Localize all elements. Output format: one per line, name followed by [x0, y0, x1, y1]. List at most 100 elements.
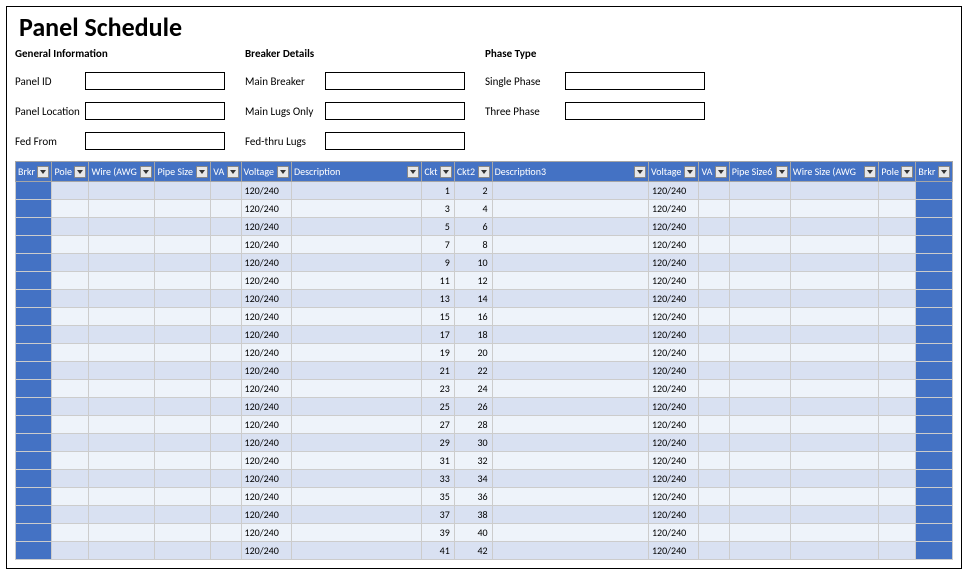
cell-va[interactable] — [211, 236, 241, 254]
cell-ckt[interactable]: 23 — [422, 380, 455, 398]
cell-description3[interactable] — [492, 398, 648, 416]
cell-voltage[interactable]: 120/240 — [241, 362, 292, 380]
cell-pole2[interactable] — [879, 218, 916, 236]
cell-wire[interactable] — [89, 398, 155, 416]
cell-brkr2[interactable] — [916, 254, 953, 272]
cell-wire[interactable] — [89, 344, 155, 362]
cell-wire[interactable] — [89, 290, 155, 308]
main-lugs-input[interactable] — [325, 102, 465, 120]
cell-ckt2[interactable]: 40 — [454, 524, 492, 542]
cell-wire[interactable] — [89, 182, 155, 200]
cell-va5[interactable] — [699, 524, 729, 542]
col-pipe6[interactable]: Pipe Size6 — [729, 162, 790, 182]
cell-description3[interactable] — [492, 452, 648, 470]
cell-brkr[interactable] — [16, 434, 52, 452]
cell-va5[interactable] — [699, 470, 729, 488]
cell-voltage[interactable]: 120/240 — [241, 290, 292, 308]
cell-description3[interactable] — [492, 290, 648, 308]
cell-pole[interactable] — [52, 506, 89, 524]
cell-description[interactable] — [292, 542, 422, 560]
cell-pole[interactable] — [52, 542, 89, 560]
cell-va[interactable] — [211, 218, 241, 236]
filter-icon[interactable] — [140, 166, 152, 178]
cell-voltage[interactable]: 120/240 — [241, 200, 292, 218]
cell-voltage[interactable]: 120/240 — [241, 254, 292, 272]
cell-description3[interactable] — [492, 380, 648, 398]
cell-pole2[interactable] — [879, 254, 916, 272]
cell-pole[interactable] — [52, 236, 89, 254]
cell-ckt2[interactable]: 36 — [454, 488, 492, 506]
cell-voltage4[interactable]: 120/240 — [648, 398, 699, 416]
cell-pipe6[interactable] — [729, 452, 790, 470]
cell-description3[interactable] — [492, 308, 648, 326]
col-description[interactable]: Description — [292, 162, 422, 182]
col-voltage4[interactable]: Voltage — [648, 162, 699, 182]
cell-pipe[interactable] — [155, 506, 211, 524]
cell-voltage4[interactable]: 120/240 — [648, 308, 699, 326]
cell-voltage4[interactable]: 120/240 — [648, 488, 699, 506]
cell-ckt2[interactable]: 8 — [454, 236, 492, 254]
cell-va5[interactable] — [699, 254, 729, 272]
cell-wire7[interactable] — [790, 524, 879, 542]
cell-brkr[interactable] — [16, 218, 52, 236]
cell-voltage[interactable]: 120/240 — [241, 434, 292, 452]
cell-va[interactable] — [211, 524, 241, 542]
cell-pipe6[interactable] — [729, 506, 790, 524]
cell-va5[interactable] — [699, 344, 729, 362]
cell-description[interactable] — [292, 236, 422, 254]
filter-icon[interactable] — [776, 166, 788, 178]
col-brkr[interactable]: Brkr — [16, 162, 52, 182]
cell-wire[interactable] — [89, 506, 155, 524]
cell-ckt2[interactable]: 18 — [454, 326, 492, 344]
cell-brkr[interactable] — [16, 344, 52, 362]
cell-va[interactable] — [211, 182, 241, 200]
cell-wire7[interactable] — [790, 416, 879, 434]
cell-ckt[interactable]: 3 — [422, 200, 455, 218]
cell-voltage[interactable]: 120/240 — [241, 416, 292, 434]
cell-voltage4[interactable]: 120/240 — [648, 344, 699, 362]
cell-description[interactable] — [292, 362, 422, 380]
cell-wire[interactable] — [89, 416, 155, 434]
cell-wire7[interactable] — [790, 452, 879, 470]
cell-voltage[interactable]: 120/240 — [241, 344, 292, 362]
cell-description[interactable] — [292, 308, 422, 326]
cell-va[interactable] — [211, 398, 241, 416]
cell-pipe[interactable] — [155, 326, 211, 344]
cell-description3[interactable] — [492, 236, 648, 254]
cell-brkr[interactable] — [16, 380, 52, 398]
col-wire7[interactable]: Wire Size (AWG — [790, 162, 879, 182]
filter-icon[interactable] — [277, 166, 289, 178]
filter-icon[interactable] — [227, 166, 239, 178]
cell-pole2[interactable] — [879, 524, 916, 542]
filter-icon[interactable] — [478, 166, 490, 178]
cell-va[interactable] — [211, 200, 241, 218]
cell-description3[interactable] — [492, 488, 648, 506]
cell-brkr[interactable] — [16, 308, 52, 326]
cell-ckt[interactable]: 19 — [422, 344, 455, 362]
cell-description[interactable] — [292, 380, 422, 398]
cell-va[interactable] — [211, 488, 241, 506]
cell-pipe[interactable] — [155, 542, 211, 560]
cell-voltage[interactable]: 120/240 — [241, 272, 292, 290]
cell-pole2[interactable] — [879, 182, 916, 200]
cell-ckt[interactable]: 37 — [422, 506, 455, 524]
cell-ckt2[interactable]: 2 — [454, 182, 492, 200]
cell-brkr2[interactable] — [916, 398, 953, 416]
cell-wire[interactable] — [89, 380, 155, 398]
cell-pole2[interactable] — [879, 506, 916, 524]
cell-wire7[interactable] — [790, 272, 879, 290]
cell-brkr2[interactable] — [916, 290, 953, 308]
cell-pole[interactable] — [52, 362, 89, 380]
filter-icon[interactable] — [196, 166, 208, 178]
cell-pole2[interactable] — [879, 452, 916, 470]
cell-pole[interactable] — [52, 254, 89, 272]
cell-brkr[interactable] — [16, 398, 52, 416]
cell-va[interactable] — [211, 254, 241, 272]
cell-description[interactable] — [292, 506, 422, 524]
col-wire[interactable]: Wire (AWG — [89, 162, 155, 182]
col-description3[interactable]: Description3 — [492, 162, 648, 182]
cell-brkr[interactable] — [16, 416, 52, 434]
cell-voltage[interactable]: 120/240 — [241, 308, 292, 326]
cell-ckt[interactable]: 1 — [422, 182, 455, 200]
cell-wire7[interactable] — [790, 344, 879, 362]
